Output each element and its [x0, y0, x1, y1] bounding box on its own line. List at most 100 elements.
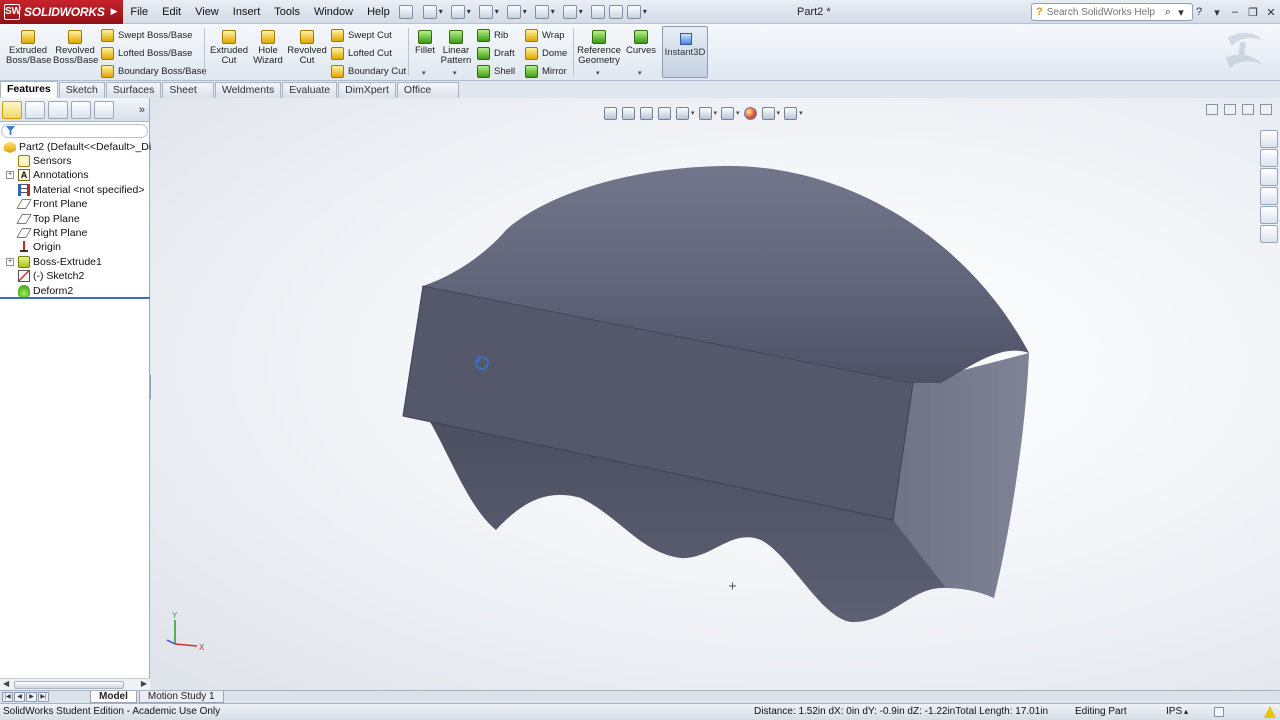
tab-features[interactable]: Features — [0, 81, 58, 98]
first-tab-icon[interactable]: |◀ — [2, 692, 13, 702]
tree-item-right-plane[interactable]: Right Plane — [16, 226, 87, 240]
menu-help[interactable]: Help — [360, 0, 397, 24]
menu-insert[interactable]: Insert — [226, 0, 268, 24]
extruded-boss-button[interactable]: Extruded Boss/Base — [6, 30, 51, 66]
minimize-icon[interactable]: – — [1226, 6, 1244, 18]
menu-edit[interactable]: Edit — [155, 0, 188, 24]
select-dropdown-icon[interactable]: ▾ — [579, 7, 583, 16]
solidworks-logo[interactable]: SW SOLIDWORKS ▶ — [0, 0, 124, 24]
graphics-area[interactable]: ▾ ▾ ▾ ▾ ▾ Y X — [151, 98, 1280, 690]
fillet-dropdown-icon[interactable]: ▾ — [422, 69, 426, 77]
tree-item-sketch2[interactable]: (-) Sketch2 — [18, 269, 84, 283]
display-style-dropdown-icon[interactable]: ▾ — [714, 109, 718, 117]
search-icon[interactable]: ⌕ — [1165, 6, 1171, 19]
help-dropdown-icon[interactable]: ▾ — [1208, 6, 1226, 19]
options-icon[interactable] — [626, 4, 641, 19]
tab-office-products[interactable]: Office Products — [396, 82, 459, 111]
tree-item-deform2[interactable]: Deform2 — [18, 284, 73, 298]
view-settings-dropdown-icon[interactable]: ▾ — [799, 109, 803, 117]
status-units[interactable]: IPS — [1166, 706, 1182, 717]
file-explorer-icon[interactable] — [1260, 168, 1278, 186]
linear-pattern-button[interactable]: Linear Pattern — [440, 30, 472, 66]
scroll-left-icon[interactable]: ◀ — [3, 679, 9, 688]
tree-item-origin[interactable]: Origin — [18, 240, 61, 254]
swept-boss-button[interactable]: Swept Boss/Base — [101, 27, 192, 43]
menu-window[interactable]: Window — [307, 0, 360, 24]
model-viewport[interactable] — [151, 98, 1280, 690]
tab-dimxpert[interactable]: DimXpert — [338, 82, 396, 98]
apply-scene-dropdown-icon[interactable]: ▾ — [777, 109, 781, 117]
zoom-to-area-icon[interactable] — [622, 106, 635, 120]
section-view-icon[interactable] — [658, 106, 671, 120]
view-settings-icon[interactable] — [784, 106, 798, 120]
view-palette-icon[interactable] — [1260, 187, 1278, 205]
search-dropdown-icon[interactable]: ▾ — [1172, 6, 1190, 19]
tab-sketch[interactable]: Sketch — [58, 82, 105, 98]
viewport-restore-icon[interactable] — [1242, 104, 1254, 115]
open-folder-icon[interactable] — [450, 4, 465, 19]
revolved-boss-button[interactable]: Revolved Boss/Base — [53, 30, 98, 66]
display-style-icon[interactable] — [698, 106, 712, 120]
tree-item-top-plane[interactable]: Top Plane — [16, 212, 80, 226]
tab-surfaces[interactable]: Surfaces — [105, 82, 162, 98]
tab-weldments[interactable]: Weldments — [214, 82, 282, 98]
instant3d-button[interactable]: Instant3D — [662, 26, 708, 78]
save-dropdown-icon[interactable]: ▾ — [495, 7, 499, 16]
wrap-button[interactable]: Wrap — [525, 27, 565, 43]
options-dropdown-icon[interactable]: ▾ — [643, 7, 647, 16]
scroll-right-icon[interactable]: ▶ — [141, 679, 147, 688]
rebuild-status-icon[interactable] — [1214, 707, 1224, 717]
extruded-cut-button[interactable]: Extruded Cut — [208, 30, 250, 66]
tree-item-annotations[interactable]: + A Annotations — [6, 168, 88, 182]
hole-wizard-button[interactable]: Hole Wizard — [250, 30, 286, 66]
revolved-cut-button[interactable]: Revolved Cut — [287, 30, 327, 66]
pattern-dropdown-icon[interactable]: ▾ — [453, 69, 457, 77]
lofted-boss-button[interactable]: Lofted Boss/Base — [101, 45, 192, 61]
apply-scene-icon[interactable] — [761, 106, 775, 120]
mirror-button[interactable]: Mirror — [525, 63, 567, 79]
next-tab-icon[interactable]: ▶ — [26, 692, 37, 702]
hide-show-items-icon[interactable] — [721, 106, 735, 120]
tree-horizontal-scrollbar[interactable]: ◀ ▶ — [0, 678, 150, 690]
display-manager-tab-icon[interactable] — [94, 100, 114, 119]
expand-panel-icon[interactable]: » — [139, 104, 145, 116]
undo-dropdown-icon[interactable]: ▾ — [551, 7, 555, 16]
new-dropdown-icon[interactable]: ▾ — [439, 7, 443, 16]
boundary-boss-button[interactable]: Boundary Boss/Base — [101, 63, 207, 79]
previous-view-icon[interactable] — [640, 106, 653, 120]
design-library-icon[interactable] — [1260, 149, 1278, 167]
last-tab-icon[interactable]: ▶| — [38, 692, 49, 702]
rib-button[interactable]: Rib — [477, 27, 508, 43]
property-manager-tab-icon[interactable] — [25, 100, 45, 119]
swept-cut-button[interactable]: Swept Cut — [331, 27, 392, 43]
tree-item-front-plane[interactable]: Front Plane — [16, 197, 87, 211]
units-dropdown-icon[interactable]: ▴ — [1184, 707, 1188, 716]
viewport-split-icon[interactable] — [1206, 104, 1218, 115]
tree-item-material[interactable]: Material <not specified> — [18, 183, 144, 197]
menu-file[interactable]: File — [123, 0, 155, 24]
quick-tips-icon[interactable] — [1264, 706, 1276, 718]
tree-filter-field[interactable] — [1, 124, 148, 138]
curves-dropdown-icon[interactable]: ▾ — [638, 69, 642, 77]
dome-button[interactable]: Dome — [525, 45, 567, 61]
save-icon[interactable] — [478, 4, 493, 19]
fillet-button[interactable]: Fillet — [412, 30, 438, 56]
help-icon[interactable]: ? — [1190, 6, 1208, 18]
open-dropdown-icon[interactable]: ▾ — [467, 7, 471, 16]
reference-geometry-button[interactable]: Reference Geometry — [576, 30, 622, 66]
custom-properties-icon[interactable] — [1260, 225, 1278, 243]
restore-icon[interactable]: ❐ — [1244, 6, 1262, 19]
reference-geometry-dropdown-icon[interactable]: ▾ — [596, 69, 600, 77]
prev-tab-icon[interactable]: ◀ — [14, 692, 25, 702]
help-search-input[interactable] — [1046, 6, 1165, 18]
boundary-cut-button[interactable]: Boundary Cut — [331, 63, 406, 79]
viewport-minimize-icon[interactable] — [1224, 104, 1236, 115]
expand-icon[interactable]: + — [6, 171, 14, 179]
view-orientation-dropdown-icon[interactable]: ▾ — [691, 109, 695, 117]
tab-motion-study-1[interactable]: Motion Study 1 — [138, 691, 224, 703]
menu-view[interactable]: View — [188, 0, 226, 24]
configuration-manager-tab-icon[interactable] — [48, 100, 68, 119]
viewport-close-icon[interactable] — [1260, 104, 1272, 115]
tab-evaluate[interactable]: Evaluate — [282, 82, 338, 98]
draft-button[interactable]: Draft — [477, 45, 515, 61]
